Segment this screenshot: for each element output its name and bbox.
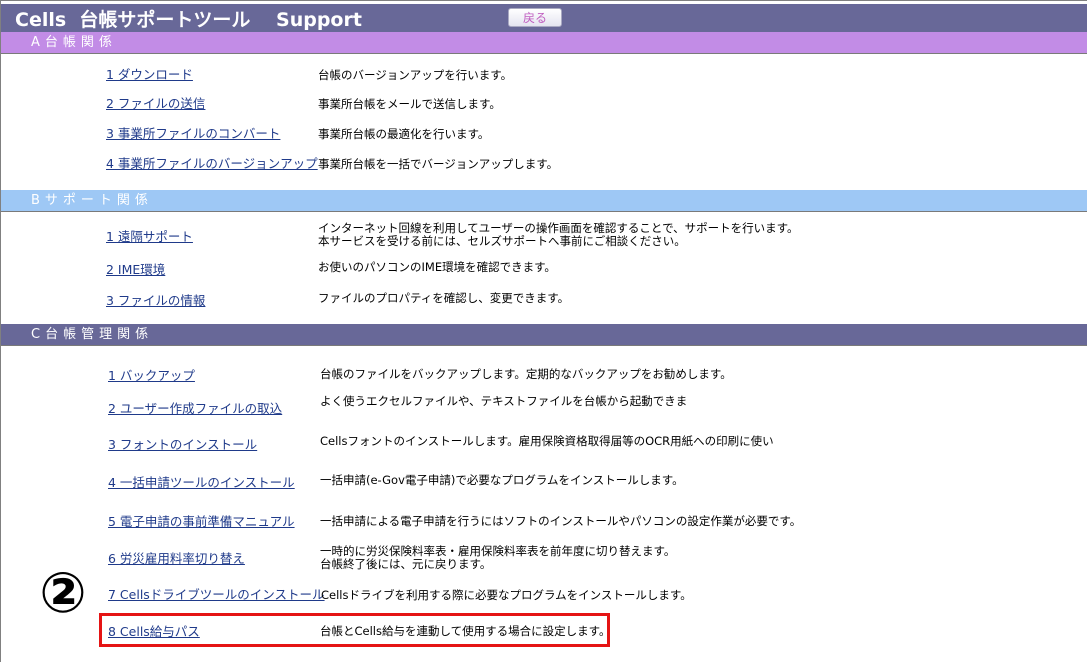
user-file-import-link[interactable]: 2 ユーザー作成ファイルの取込	[108, 401, 282, 417]
backup-link[interactable]: 1 バックアップ	[108, 368, 195, 384]
file-version-up-desc: 事業所台帳を一括でバージョンアップします。	[318, 157, 559, 171]
cells-drive-install-desc: Cellsドライブを利用する際に必要なプログラムをインストールします。	[321, 588, 692, 602]
remote-support-desc: インターネット回線を利用してユーザーの操作画面を確認することで、サポートを行いま…	[318, 221, 799, 248]
file-info-desc: ファイルのプロパティを確認し、変更できます。	[318, 291, 570, 305]
rate-switch-link[interactable]: 6 労災雇用料率切り替え	[108, 551, 245, 567]
file-convert-link[interactable]: 3 事業所ファイルのコンバート	[106, 126, 280, 142]
e-apply-manual-desc: 一括申請による電子申請を行うにはソフトのインストールやパソコンの設定作業が必要で…	[320, 514, 802, 528]
section-b-header: Bサポート関係	[1, 190, 1087, 212]
section-b-label: Bサポート関係	[31, 193, 153, 208]
font-install-desc: Cellsフォントのインストールします。雇用保険資格取得届等のOCR用紙への印刷…	[320, 434, 774, 448]
section-a-header: A台帳関係	[1, 32, 1087, 54]
ime-env-link[interactable]: 2 IME環境	[106, 262, 165, 278]
bulk-apply-install-link[interactable]: 4 一括申請ツールのインストール	[108, 475, 295, 491]
remote-support-link[interactable]: 1 遠隔サポート	[106, 229, 193, 245]
top-border	[0, 0, 1087, 1]
cells-drive-install-link[interactable]: 7 Cellsドライブツールのインストール	[108, 587, 325, 603]
font-install-link[interactable]: 3 フォントのインストール	[108, 437, 257, 453]
page-title: Cells 台帳サポートツール Support	[15, 9, 362, 31]
file-version-up-link[interactable]: 4 事業所ファイルのバージョンアップ	[106, 156, 318, 172]
rate-switch-desc: 一時的に労災保険料率表・雇用保険料率表を前年度に切り替えます。 台帳終了後には、…	[320, 544, 676, 571]
bulk-apply-install-desc: 一括申請(e-Gov電子申請)で必要なプログラムをインストールします。	[320, 473, 684, 487]
backup-desc: 台帳のファイルをバックアップします。定期的なバックアップをお勧めします。	[320, 367, 732, 381]
ime-env-desc: お使いのパソコンのIME環境を確認できます。	[318, 260, 556, 274]
e-apply-manual-link[interactable]: 5 電子申請の事前準備マニュアル	[108, 514, 295, 530]
step-marker: ②	[39, 561, 87, 626]
section-a-label: A台帳関係	[31, 35, 117, 50]
title-bar: Cells 台帳サポートツール Support 戻る	[1, 4, 1087, 32]
file-convert-desc: 事業所台帳の最適化を行います。	[318, 127, 490, 141]
section-c-label: C台帳管理関係	[31, 327, 154, 342]
file-info-link[interactable]: 3 ファイルの情報	[106, 293, 205, 309]
section-c-header: C台帳管理関係	[1, 324, 1087, 346]
highlight-box	[99, 613, 610, 647]
file-send-desc: 事業所台帳をメールで送信します。	[318, 97, 501, 111]
back-button[interactable]: 戻る	[508, 8, 562, 27]
download-desc: 台帳のバージョンアップを行います。	[318, 68, 513, 82]
download-link[interactable]: 1 ダウンロード	[106, 67, 193, 83]
file-send-link[interactable]: 2 ファイルの送信	[106, 96, 205, 112]
support-tool-page: Cells 台帳サポートツール Support 戻る A台帳関係 1 ダウンロー…	[0, 0, 1087, 662]
user-file-import-desc: よく使うエクセルファイルや、テキストファイルを台帳から起動できま	[320, 394, 688, 408]
